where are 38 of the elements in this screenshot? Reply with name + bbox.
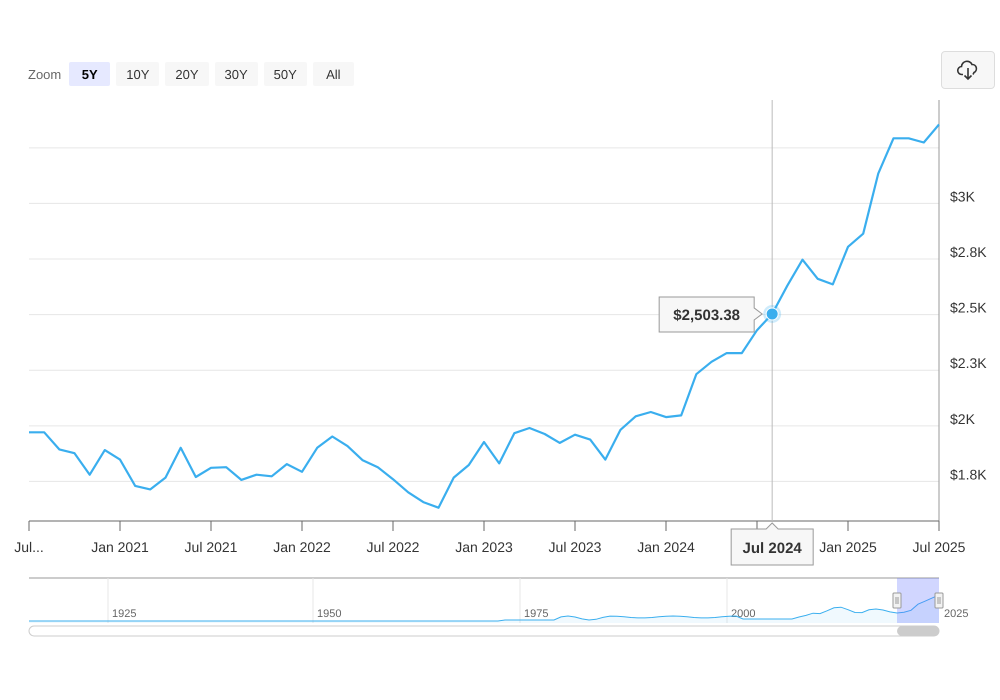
y-axis-label: $2.8K xyxy=(950,244,987,260)
zoom-range-button[interactable]: 20Y xyxy=(165,62,209,86)
x-axis-label: Jan 2022 xyxy=(273,539,331,555)
navigator-year-label: 1950 xyxy=(317,608,342,620)
download-button[interactable] xyxy=(941,51,995,89)
x-axis-label: Jul 2022 xyxy=(366,539,420,555)
navigator-year-label: 1925 xyxy=(112,608,136,620)
zoom-label: Zoom xyxy=(28,66,62,82)
x-axis-label: Jan 2024 xyxy=(637,539,695,555)
x-axis-label: Jan 2025 xyxy=(819,539,877,555)
x-axis-label: Jul 2021 xyxy=(184,539,238,555)
y-axis-label: $1.8K xyxy=(950,466,987,482)
y-axis-label: $3K xyxy=(950,188,975,204)
x-tick-label: Jul 2024 xyxy=(742,540,802,557)
x-axis-label: Jan 2023 xyxy=(455,539,513,555)
hover-point-marker xyxy=(763,304,782,323)
x-axis-label: Jul 2023 xyxy=(548,539,602,555)
x-axis-label: Jan 2021 xyxy=(91,539,149,555)
navigator-drawing[interactable] xyxy=(28,578,944,623)
zoom-range-button[interactable]: 5Y xyxy=(69,62,110,86)
cloud-download-icon xyxy=(956,58,980,82)
x-axis-label: Jul 2025 xyxy=(912,539,966,555)
zoom-range-button[interactable]: 50Y xyxy=(264,62,307,86)
annotation: $2,503.38 xyxy=(673,306,740,324)
scrollbar-track[interactable] xyxy=(28,626,940,636)
x-axis-label: Jul... xyxy=(14,539,44,555)
y-axis-label: $2.3K xyxy=(950,355,987,372)
navigator-year-label: 1975 xyxy=(524,608,548,620)
zoom-range-button[interactable]: All xyxy=(312,62,354,86)
value-tooltip: $2,503.38 xyxy=(658,296,763,332)
navigator-year-label: 2000 xyxy=(731,608,756,620)
zoom-range-button[interactable]: 30Y xyxy=(214,62,258,86)
scrollbar-thumb[interactable] xyxy=(897,626,939,636)
date-tooltip: Jul 2024 xyxy=(730,522,814,566)
navigator-year-label: 2025 xyxy=(944,608,968,620)
zoom-range-button[interactable]: 10Y xyxy=(116,62,160,86)
y-axis-label: $2K xyxy=(950,410,975,427)
y-axis-label: $2.5K xyxy=(950,300,987,316)
